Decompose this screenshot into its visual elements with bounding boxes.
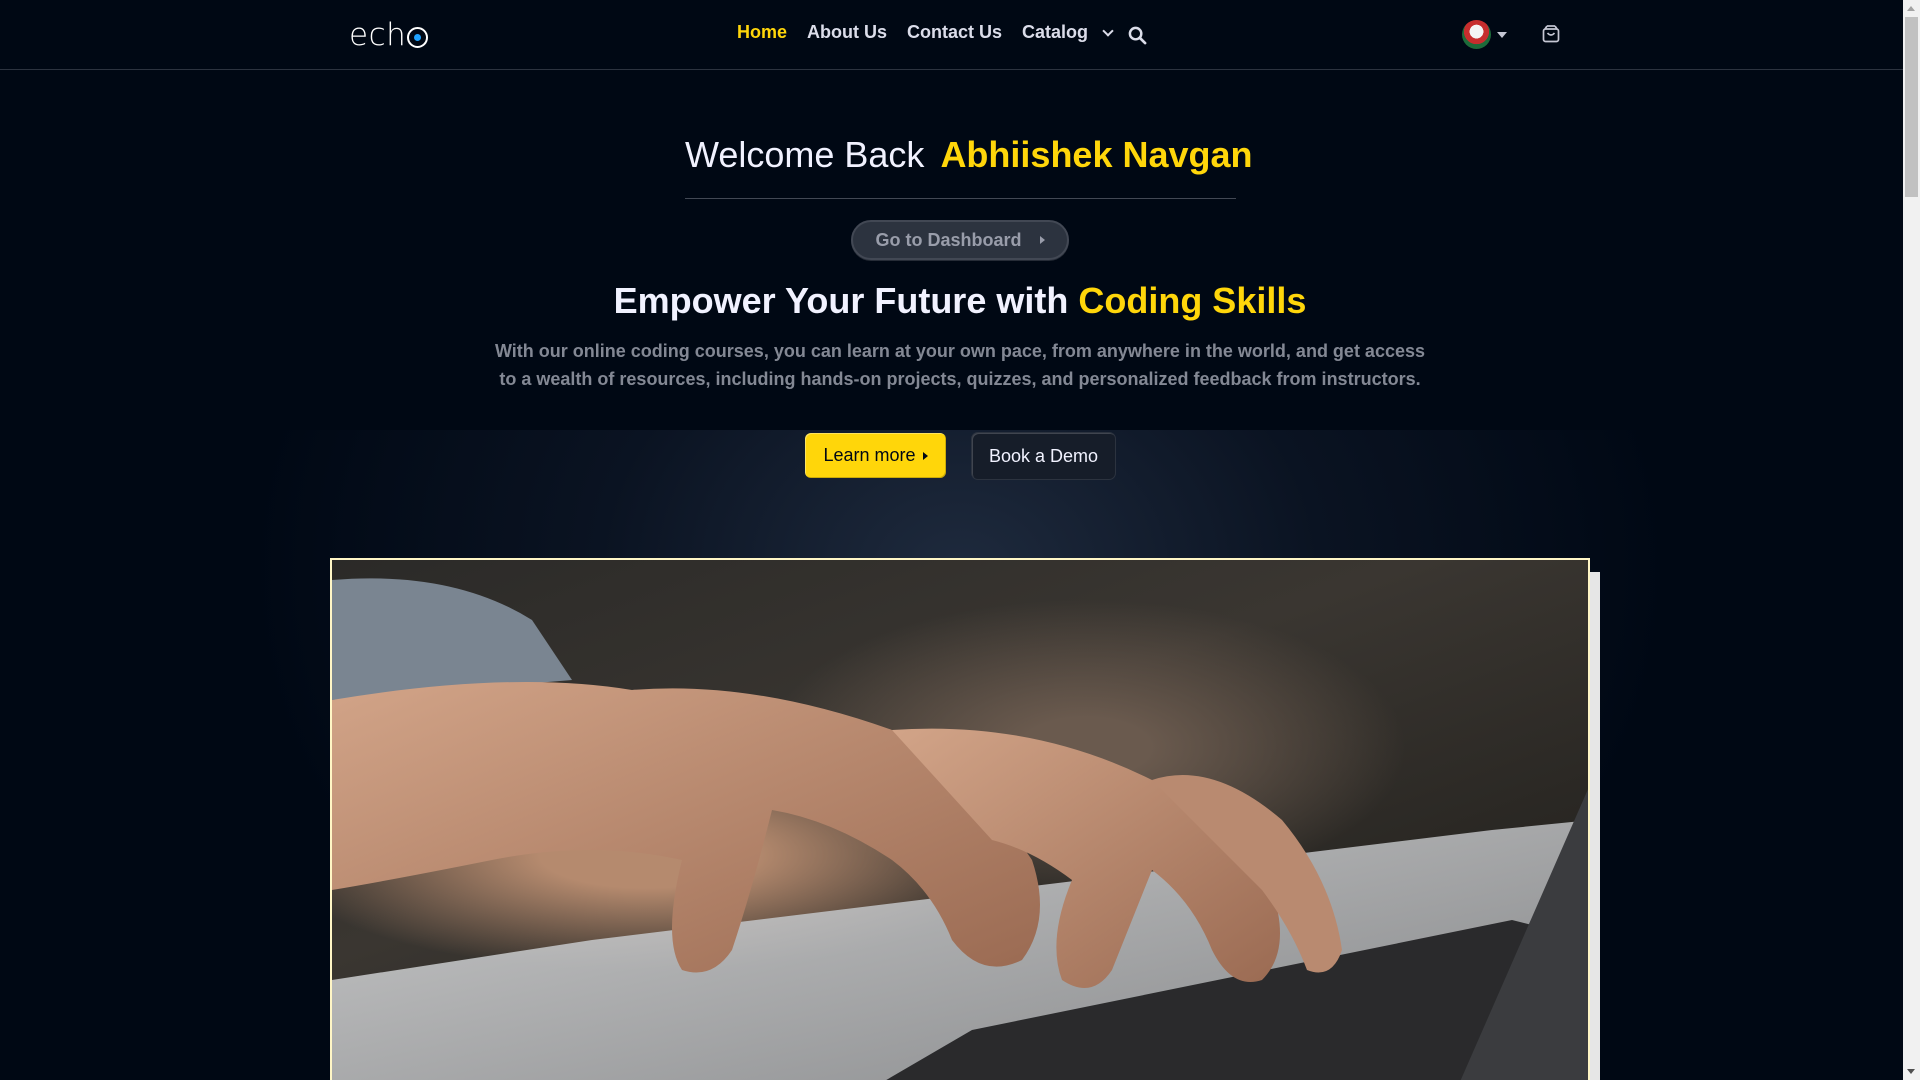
nav-item-home[interactable]: Home [737,22,787,43]
navbar: ech Home About Us Contact Us Catalog [0,0,1903,70]
page: ech Home About Us Contact Us Catalog Wel… [0,0,1920,1080]
learn-more-button[interactable]: Learn more [805,433,946,478]
hero-video[interactable] [330,558,1590,1080]
chevron-down-icon [1102,24,1114,37]
headline-highlight: Coding Skills [1078,280,1307,321]
nav-item-contact-us[interactable]: Contact Us [907,22,1002,43]
go-to-dashboard-label: Go to Dashboard [875,229,1022,250]
logo[interactable]: ech [349,17,429,53]
welcome-username: Abhiishek Navgan [940,134,1253,175]
search-icon[interactable] [1128,26,1147,45]
nav-item-catalog[interactable]: Catalog [1022,22,1114,43]
scroll-thumb[interactable] [1905,17,1918,197]
book-a-demo-label: Book a Demo [988,445,1099,466]
caret-down-icon [1497,31,1507,38]
profile-dropdown[interactable] [1462,20,1507,49]
welcome-heading: Welcome Back Abhiishek Navgan [685,134,1253,199]
nav-item-catalog-label: Catalog [1022,22,1089,42]
welcome-prefix: Welcome Back [685,134,925,175]
caret-right-icon [922,451,928,460]
learn-more-label: Learn more [823,445,916,465]
headline-prefix: Empower Your Future with [613,280,1069,321]
typing-hands-image [332,578,1588,1080]
shopping-bag-icon[interactable] [1541,24,1561,44]
hero-headline: Empower Your Future with Coding Skills [0,280,1903,322]
book-a-demo-button[interactable]: Book a Demo [972,433,1115,479]
logo-o-icon [407,26,429,48]
scroll-down-arrow-icon[interactable] [1907,1069,1915,1074]
nav-links: Home About Us Contact Us Catalog [737,22,1114,43]
caret-right-icon [1039,236,1045,244]
nav-item-about-us[interactable]: About Us [807,22,887,43]
page-scrollbar[interactable] [1903,0,1920,1080]
logo-text: ech [349,17,407,53]
avatar [1462,20,1491,49]
hero-description: With our online coding courses, you can … [494,341,1426,389]
scroll-up-arrow-icon[interactable] [1907,6,1915,11]
go-to-dashboard-button[interactable]: Go to Dashboard [851,220,1069,260]
viewport: ech Home About Us Contact Us Catalog Wel… [0,0,1903,1080]
